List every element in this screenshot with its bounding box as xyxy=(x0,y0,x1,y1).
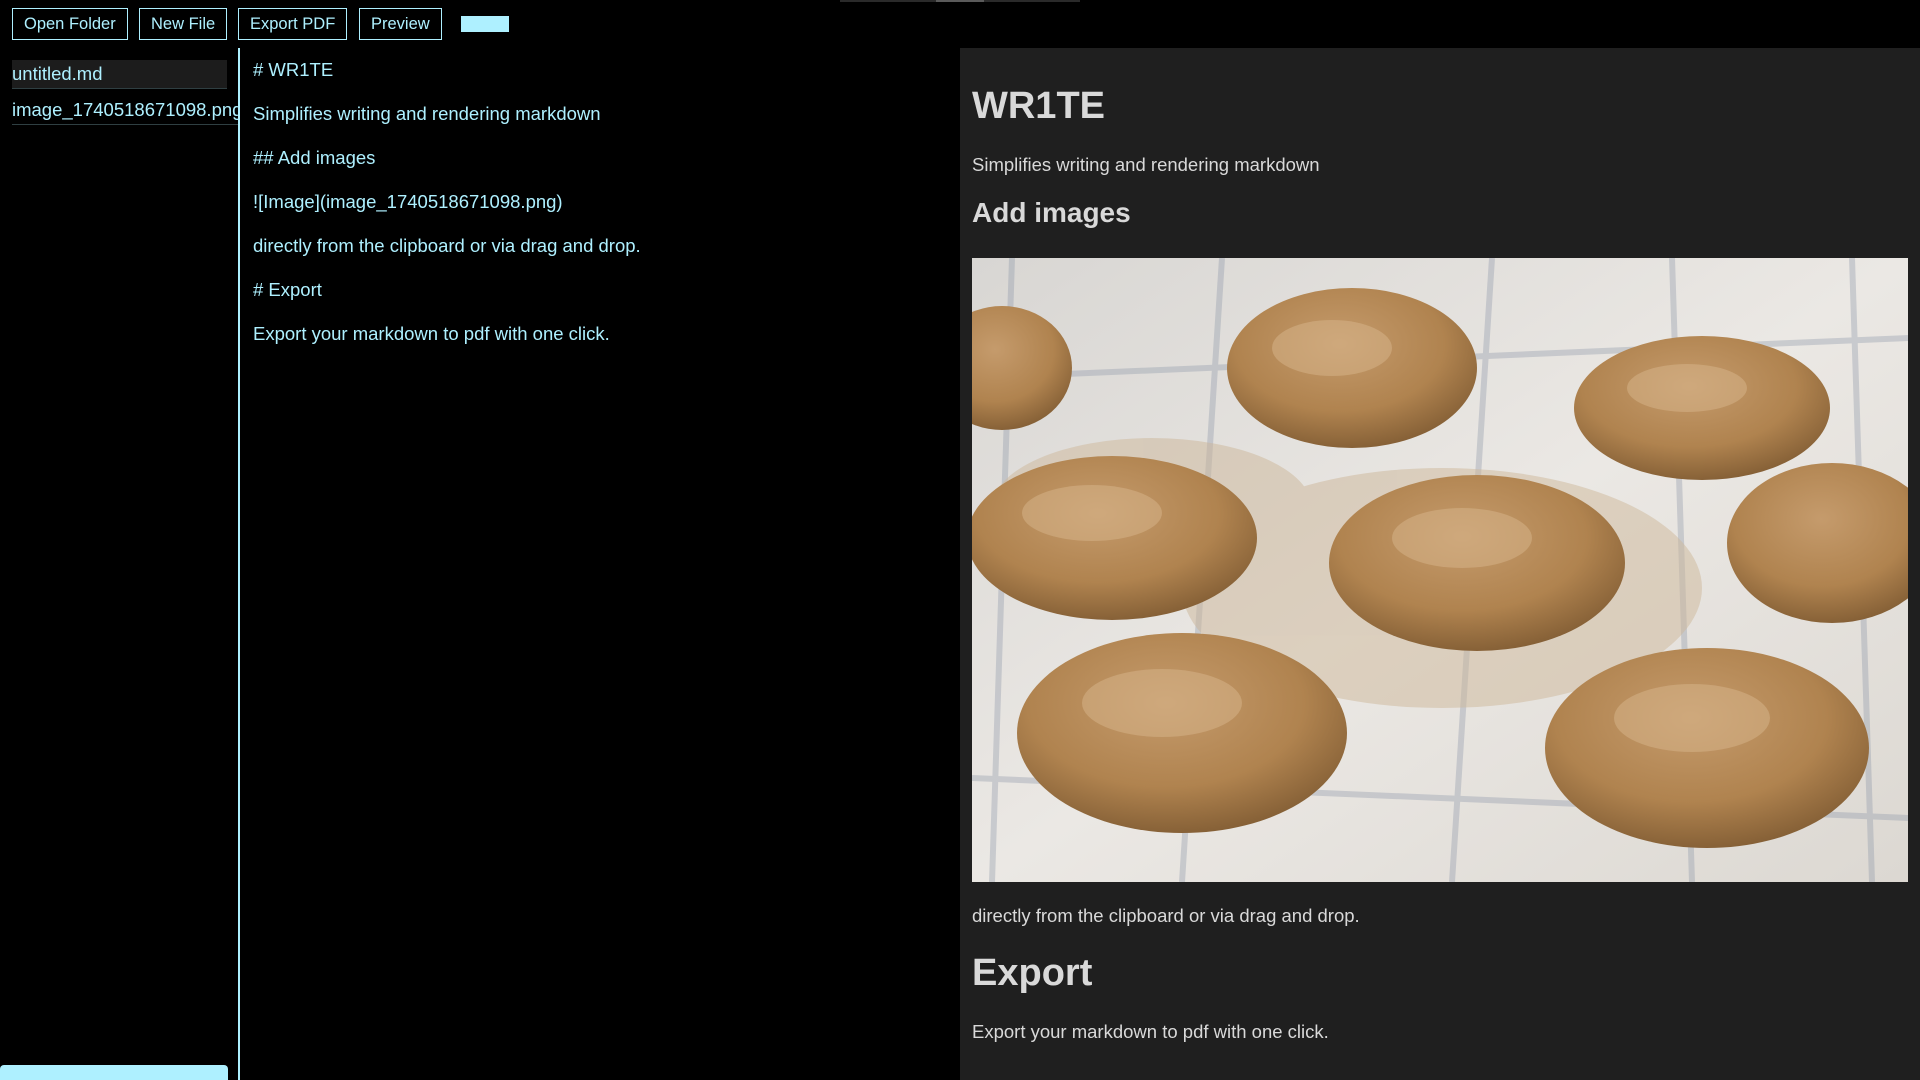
open-folder-button[interactable]: Open Folder xyxy=(12,8,128,40)
markdown-editor[interactable]: # WR1TE Simplifies writing and rendering… xyxy=(240,48,960,1080)
top-scrollbar-thumb[interactable] xyxy=(936,0,984,2)
file-item-image-png[interactable]: image_1740518671098.png xyxy=(12,96,238,125)
editor-line[interactable]: # Export xyxy=(253,278,322,302)
preview-heading-add-images: Add images xyxy=(972,197,1131,228)
top-scrollbar[interactable] xyxy=(840,0,1080,2)
markdown-preview: WR1TE Simplifies writing and rendering m… xyxy=(960,48,1920,1080)
file-sidebar: untitled.md image_1740518671098.png xyxy=(0,48,238,1080)
editor-line[interactable]: ## Add images xyxy=(253,146,375,170)
editor-line[interactable]: ![Image](image_1740518671098.png) xyxy=(253,190,563,214)
top-toolbar: Open Folder New File Export PDF Preview xyxy=(0,0,1920,48)
sidebar-scrollbar[interactable] xyxy=(0,1065,228,1080)
bread-rolls-photo xyxy=(972,258,1908,882)
preview-export-text: Export your markdown to pdf with one cli… xyxy=(972,1021,1329,1042)
file-item-untitled-md[interactable]: untitled.md xyxy=(12,60,227,89)
editor-line[interactable]: Simplifies writing and rendering markdow… xyxy=(253,102,601,126)
preview-intro: Simplifies writing and rendering markdow… xyxy=(972,154,1320,175)
new-file-button[interactable]: New File xyxy=(139,8,228,40)
preview-image-caption: directly from the clipboard or via drag … xyxy=(972,905,1360,926)
editor-line[interactable]: Export your markdown to pdf with one cli… xyxy=(253,322,610,346)
preview-title: WR1TE xyxy=(972,85,1105,127)
preview-image xyxy=(972,258,1908,882)
theme-color-picker[interactable] xyxy=(461,16,509,32)
editor-line[interactable]: directly from the clipboard or via drag … xyxy=(253,234,641,258)
editor-line[interactable]: # WR1TE xyxy=(253,58,333,82)
export-pdf-button[interactable]: Export PDF xyxy=(238,8,348,40)
preview-button[interactable]: Preview xyxy=(359,8,442,40)
preview-heading-export: Export xyxy=(972,952,1093,994)
